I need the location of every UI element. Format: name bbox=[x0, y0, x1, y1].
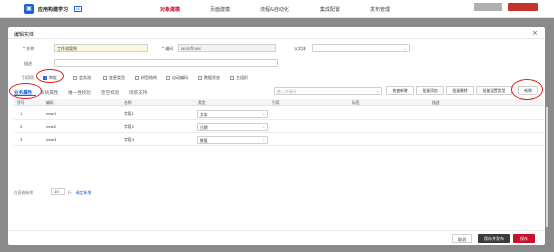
batch-delete-button[interactable]: 批量删除 bbox=[446, 86, 474, 95]
col-header-tag: 标签 bbox=[352, 100, 360, 105]
search-icon: ⌕ bbox=[376, 89, 379, 94]
parent-select[interactable]: ⌄ bbox=[312, 44, 410, 52]
col-header-description: 描述 bbox=[432, 100, 440, 105]
dialog-title: 编辑实体 bbox=[14, 32, 35, 38]
top-action-button[interactable] bbox=[474, 3, 502, 11]
add-rows-count-input[interactable]: 10 bbox=[51, 188, 65, 195]
annotation-circle-approval bbox=[36, 69, 64, 83]
col-header-reference: 引用 bbox=[272, 100, 280, 105]
close-icon[interactable]: × bbox=[532, 29, 538, 37]
name-input[interactable]: 工作流案例 bbox=[54, 44, 148, 52]
chevron-down-icon: ⌄ bbox=[262, 138, 265, 142]
dialog-divider bbox=[8, 38, 545, 39]
tab-system-attributes[interactable]: 系统属性 bbox=[40, 90, 58, 96]
row-index: 1 bbox=[20, 111, 23, 116]
nav-integration[interactable]: 集成配置 bbox=[320, 6, 340, 13]
col-header-name: 名称 bbox=[124, 100, 132, 105]
annotation-circle-add-button bbox=[511, 79, 543, 100]
checkbox-tree-structure[interactable]: 树型结构 bbox=[135, 75, 157, 81]
chevron-down-icon: ⌄ bbox=[262, 112, 265, 116]
row-index: 3 bbox=[20, 137, 23, 142]
add-rows-label: 在表格新增 bbox=[14, 190, 33, 195]
row-name: 字段1 bbox=[124, 111, 135, 116]
confirm-add-rows-link[interactable]: 确定新增 bbox=[76, 190, 91, 196]
desc-label: 描述 bbox=[24, 61, 32, 66]
table-scrollbar[interactable] bbox=[546, 107, 548, 227]
quick-add-button[interactable]: 快速新增 bbox=[386, 86, 414, 95]
top-app-bar: ▣ 应用构建学习 UI 对象建模 页面建模 流程&自动化 集成配置 发布管理 bbox=[0, 0, 554, 18]
row-name: 字段2 bbox=[124, 124, 135, 129]
checkbox-meeting-flow[interactable]: 会务流 bbox=[73, 75, 91, 81]
app-logo-icon: ▣ bbox=[24, 4, 34, 14]
code-input[interactable]: workflows bbox=[178, 44, 276, 52]
table-row[interactable]: 1 new1 字段1 文本 ⌄ bbox=[14, 107, 544, 120]
batch-add-button[interactable]: 批量添加 bbox=[416, 86, 444, 95]
save-button[interactable]: 保存 bbox=[513, 234, 535, 243]
search-input[interactable]: 输入关键词 ⌕ bbox=[274, 87, 382, 95]
checkbox-auto-code[interactable]: 自动编码 bbox=[166, 75, 188, 81]
footer-divider bbox=[8, 230, 545, 231]
col-header-type: 类型 bbox=[198, 100, 206, 105]
edit-entity-dialog: 编辑实体 × * 名称 工作流案例 * 编码 workflows 父实体 ⌄ 描… bbox=[8, 27, 548, 245]
row-type-select[interactable]: 文本 ⌄ bbox=[197, 110, 268, 118]
table-row[interactable]: 2 new2 字段2 日期 ⌄ bbox=[14, 120, 544, 133]
code-label: * 编码 bbox=[162, 46, 174, 51]
table-row[interactable]: 3 new3 字段3 数值 ⌄ bbox=[14, 133, 544, 146]
tab-null-check[interactable]: 密空校验 bbox=[101, 90, 119, 96]
tab-uniqueness-check[interactable]: 唯一性校验 bbox=[68, 90, 91, 96]
row-type-select[interactable]: 日期 ⌄ bbox=[197, 123, 268, 131]
checkbox-main-org[interactable]: 主组织 bbox=[230, 75, 248, 81]
save-and-publish-button[interactable]: 保存并发布 bbox=[478, 234, 510, 243]
checkbox-data-status[interactable]: 数据状态 bbox=[198, 75, 220, 81]
top-primary-button[interactable] bbox=[508, 3, 538, 11]
tab-scenario-support[interactable]: 场景支持 bbox=[129, 90, 147, 96]
table-header: 序号 编码 名称 类型 引用 标签 描述 bbox=[14, 99, 544, 106]
add-rows-unit: 行 bbox=[68, 190, 72, 195]
cancel-button[interactable]: 取消 bbox=[452, 234, 472, 243]
nav-object-modeling[interactable]: 对象建模 bbox=[160, 6, 180, 13]
row-code: new1 bbox=[46, 111, 57, 116]
nav-workflow-automation[interactable]: 流程&自动化 bbox=[260, 6, 289, 13]
app-name: 应用构建学习 bbox=[38, 7, 69, 13]
desc-input[interactable] bbox=[54, 59, 278, 67]
row-code: new3 bbox=[46, 137, 57, 142]
parent-label: 父实体 bbox=[294, 46, 306, 51]
annotation-circle-business-tab bbox=[9, 83, 42, 99]
app-tag: UI bbox=[74, 6, 82, 12]
row-name: 字段3 bbox=[124, 137, 135, 142]
col-header-index: 序号 bbox=[17, 100, 25, 105]
ref-label: 引用项 bbox=[22, 75, 34, 80]
nav-release[interactable]: 发布管理 bbox=[370, 6, 390, 13]
nav-page-modeling[interactable]: 页面建模 bbox=[210, 6, 230, 13]
checkbox-change-type[interactable]: 变更类型 bbox=[103, 75, 125, 81]
name-label: * 名称 bbox=[23, 46, 35, 51]
col-header-code: 编码 bbox=[46, 100, 54, 105]
chevron-down-icon: ⌄ bbox=[262, 125, 265, 129]
chevron-down-icon: ⌄ bbox=[403, 46, 407, 51]
row-type-select[interactable]: 数值 ⌄ bbox=[197, 136, 268, 144]
row-index: 2 bbox=[20, 124, 23, 129]
row-code: new2 bbox=[46, 124, 57, 129]
batch-set-type-button[interactable]: 批量设置类型 bbox=[476, 86, 512, 95]
